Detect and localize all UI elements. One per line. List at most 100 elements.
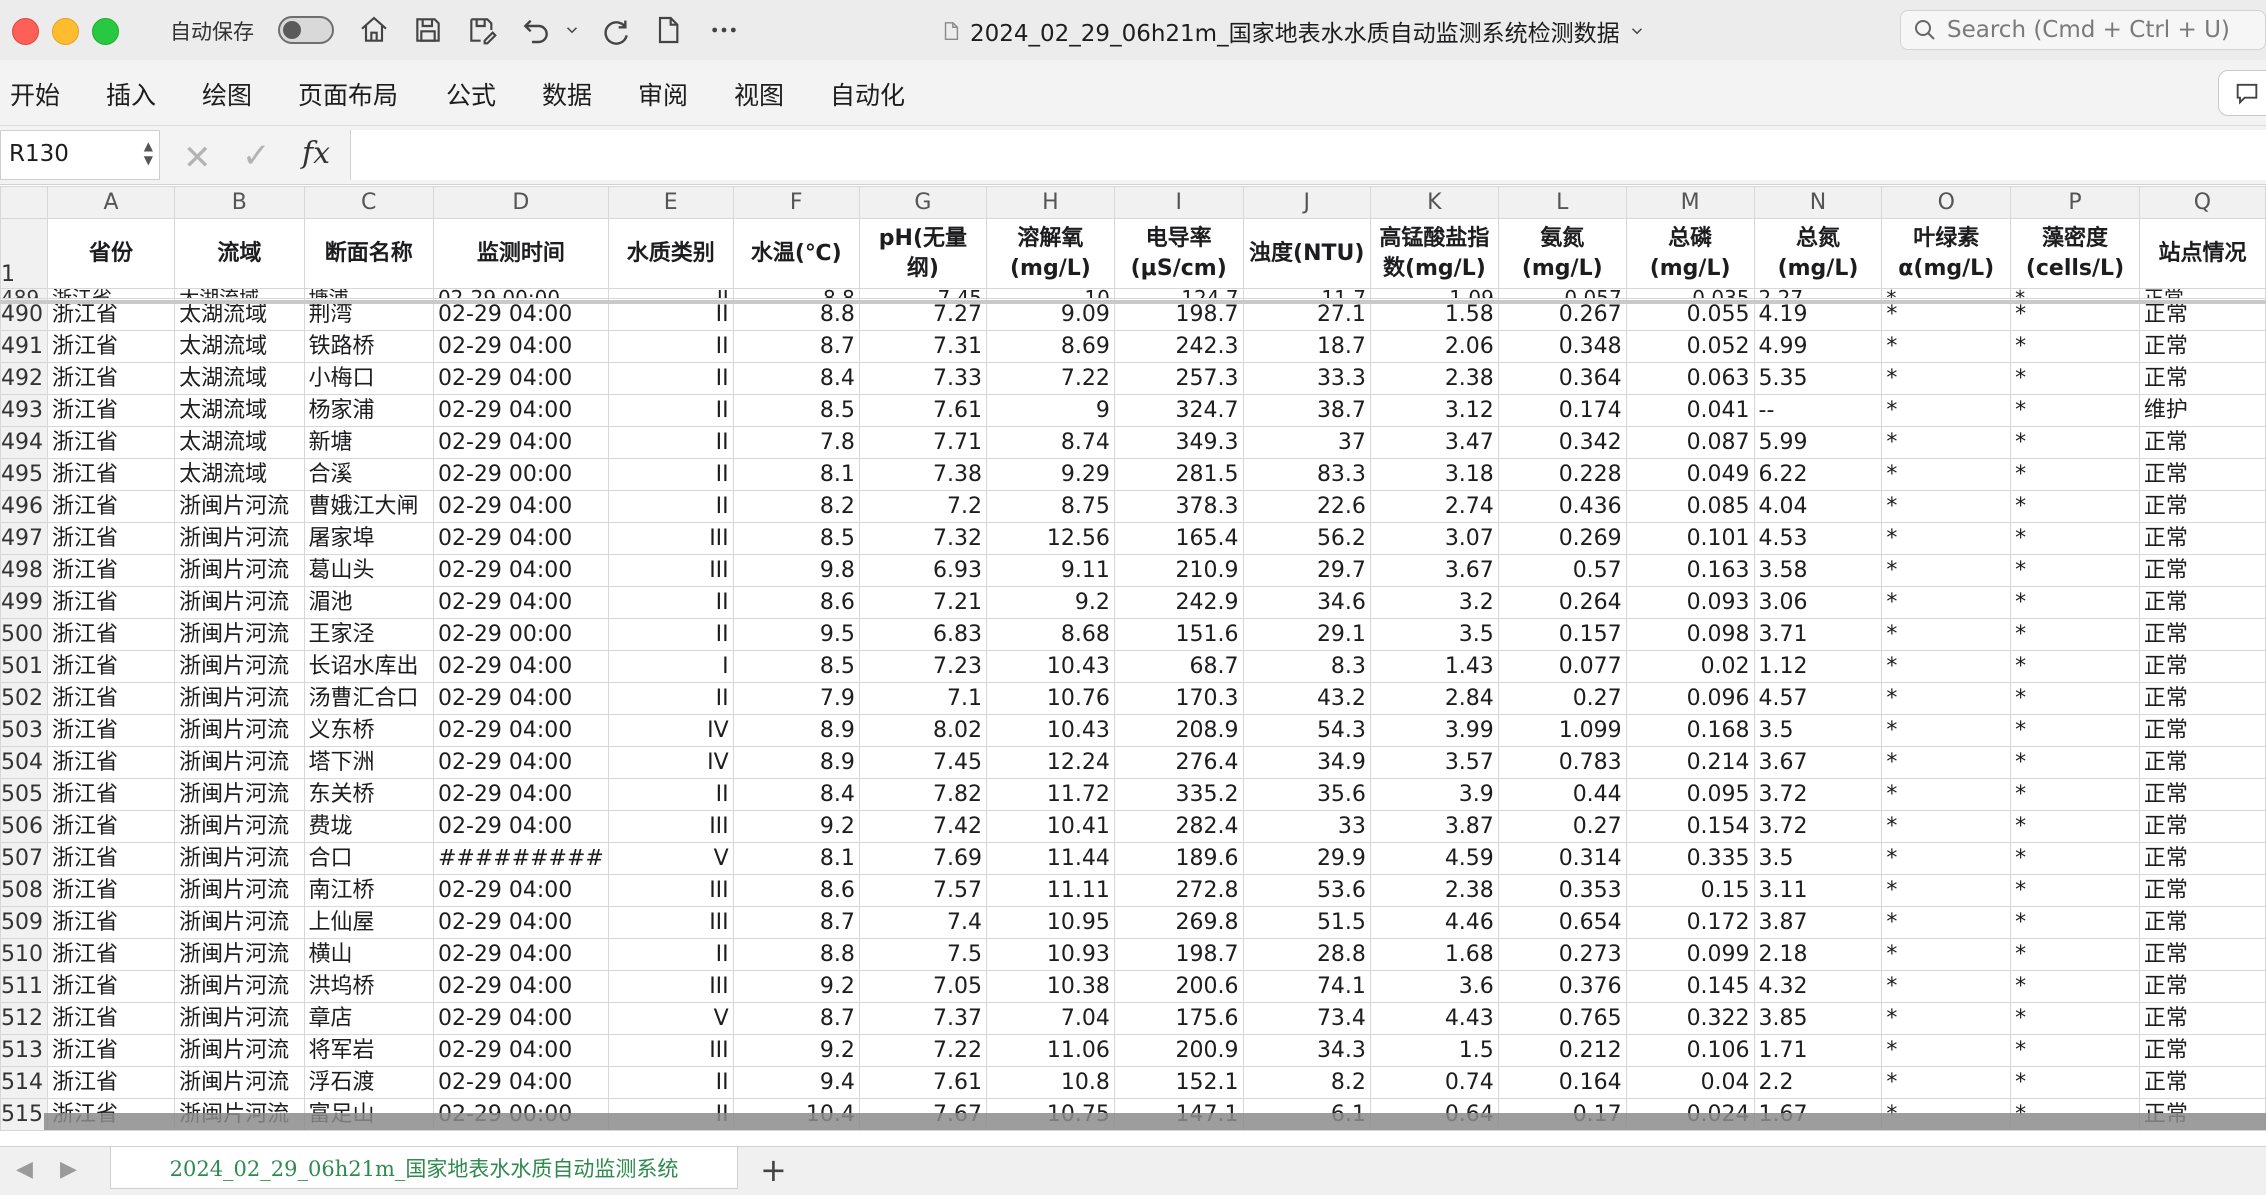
table-cell[interactable]: 7.61 (858, 394, 987, 427)
table-cell[interactable]: * (1881, 1034, 2012, 1067)
table-cell[interactable]: 屠家埠 (303, 522, 434, 555)
table-cell[interactable]: 9.2 (732, 970, 860, 1003)
table-cell[interactable]: * (2010, 746, 2140, 779)
document-title[interactable]: 2024_02_29_06h21m_国家地表水水质自动监测系统检测数据 (940, 14, 1646, 48)
column-header-a[interactable]: A (46, 186, 176, 219)
table-cell[interactable]: 29.1 (1242, 618, 1371, 651)
table-cell[interactable]: 10.38 (985, 970, 1115, 1003)
maximize-window-button[interactable] (92, 18, 119, 45)
table-cell[interactable]: 378.3 (1113, 490, 1244, 523)
table-cell[interactable]: 义东桥 (303, 714, 434, 747)
table-cell[interactable]: 210.9 (1113, 554, 1244, 587)
column-header-h[interactable]: H (985, 186, 1115, 219)
table-cell[interactable]: 0.098 (1625, 618, 1755, 651)
more-options-icon[interactable] (706, 12, 742, 48)
sheet-tab-active[interactable]: 2024_02_29_06h21m_国家地表水水质自动监测系统 (110, 1147, 738, 1189)
table-cell[interactable]: * (2010, 522, 2140, 555)
column-header-d[interactable]: D (432, 186, 609, 219)
comments-button[interactable] (2218, 70, 2266, 116)
table-cell[interactable]: 124.7 (1113, 288, 1244, 299)
table-cell[interactable]: 11.7 (1242, 288, 1371, 299)
table-cell[interactable]: 正常 (2138, 618, 2266, 651)
table-cell[interactable]: 浙江省 (46, 522, 176, 555)
table-cell[interactable]: 02-29 04:00 (432, 394, 609, 427)
table-cell[interactable]: 0.063 (1625, 362, 1755, 395)
column-header-k[interactable]: K (1369, 186, 1499, 219)
new-document-icon[interactable] (650, 12, 686, 48)
table-cell[interactable]: 8.68 (985, 618, 1115, 651)
table-cell[interactable]: 7.22 (858, 1034, 987, 1067)
table-cell[interactable]: 10.43 (985, 714, 1115, 747)
table-cell[interactable]: 7.61 (858, 1066, 987, 1099)
table-cell[interactable]: 3.47 (1369, 426, 1499, 459)
table-cell[interactable]: 0.353 (1497, 874, 1627, 907)
add-sheet-button[interactable]: + (760, 1151, 787, 1189)
table-cell[interactable]: * (2010, 682, 2140, 715)
column-header-i[interactable]: I (1113, 186, 1244, 219)
table-cell[interactable]: 7.8 (732, 426, 860, 459)
table-cell[interactable]: 175.6 (1113, 1002, 1244, 1035)
table-cell[interactable]: 28.8 (1242, 938, 1371, 971)
table-cell[interactable]: 3.71 (1753, 618, 1883, 651)
table-cell[interactable]: 0.264 (1497, 586, 1627, 619)
table-cell[interactable]: 费垅 (303, 810, 434, 843)
table-cell[interactable]: 29.7 (1242, 554, 1371, 587)
table-cell[interactable]: IV (607, 714, 734, 747)
table-cell[interactable]: 324.7 (1113, 394, 1244, 427)
table-cell[interactable]: 9 (985, 394, 1115, 427)
cancel-formula-icon[interactable]: ✕ (183, 138, 212, 178)
table-cell[interactable]: 33.3 (1242, 362, 1371, 395)
table-cell[interactable]: 浙江省 (46, 682, 176, 715)
table-cell[interactable]: III (607, 810, 734, 843)
column-header-c[interactable]: C (303, 186, 434, 219)
table-cell[interactable]: 6.93 (858, 554, 987, 587)
table-cell[interactable]: 7.33 (858, 362, 987, 395)
table-cell[interactable]: 8.6 (732, 874, 860, 907)
table-cell[interactable]: * (1881, 714, 2012, 747)
table-cell[interactable]: 02-29 04:00 (432, 490, 609, 523)
table-cell[interactable]: 200.9 (1113, 1034, 1244, 1067)
table-cell[interactable]: 02-29 04:00 (432, 586, 609, 619)
row-header[interactable]: 493 (0, 394, 48, 427)
table-cell[interactable]: 276.4 (1113, 746, 1244, 779)
table-cell[interactable]: * (2010, 938, 2140, 971)
table-cell[interactable]: * (2010, 970, 2140, 1003)
table-cell[interactable]: 68.7 (1113, 650, 1244, 683)
table-cell[interactable]: 7.45 (858, 288, 987, 299)
table-cell[interactable]: 3.87 (1369, 810, 1499, 843)
table-cell[interactable]: * (1881, 490, 2012, 523)
column-header-q[interactable]: Q (2138, 186, 2266, 219)
table-cell[interactable]: * (2010, 394, 2140, 427)
table-cell[interactable]: II (607, 938, 734, 971)
table-cell[interactable]: 4.57 (1753, 682, 1883, 715)
table-cell[interactable]: 02-29 04:00 (432, 522, 609, 555)
table-cell[interactable]: 浙江省 (46, 970, 176, 1003)
undo-dropdown-chevron-icon[interactable] (558, 12, 586, 48)
table-cell[interactable]: 0.085 (1625, 490, 1755, 523)
table-cell[interactable]: II (607, 618, 734, 651)
table-cell[interactable]: 02-29 04:00 (432, 682, 609, 715)
table-cell[interactable]: * (2010, 426, 2140, 459)
table-cell[interactable]: 10.95 (985, 906, 1115, 939)
table-cell[interactable]: 正常 (2138, 586, 2266, 619)
header-cell[interactable]: 监测时间 (432, 218, 609, 289)
table-cell[interactable]: 浙江省 (46, 554, 176, 587)
table-cell[interactable]: 3.2 (1369, 586, 1499, 619)
column-header-n[interactable]: N (1753, 186, 1883, 219)
row-header[interactable]: 500 (0, 618, 48, 651)
table-cell[interactable]: 杨家浦 (303, 394, 434, 427)
table-cell[interactable]: 10.41 (985, 810, 1115, 843)
table-cell[interactable]: 7.04 (985, 1002, 1115, 1035)
table-cell[interactable]: 282.4 (1113, 810, 1244, 843)
table-cell[interactable]: 浙江省 (46, 842, 176, 875)
table-cell[interactable]: 正常 (2138, 362, 2266, 395)
table-cell[interactable]: 浙闽片河流 (174, 490, 305, 523)
table-cell[interactable]: * (2010, 554, 2140, 587)
table-cell[interactable]: 0.74 (1369, 1066, 1499, 1099)
table-cell[interactable]: 东关桥 (303, 778, 434, 811)
table-cell[interactable]: 2.38 (1369, 874, 1499, 907)
table-cell[interactable]: 维护 (2138, 394, 2266, 427)
table-cell[interactable]: 02-29 04:00 (432, 554, 609, 587)
table-cell[interactable]: 02-29 04:00 (432, 746, 609, 779)
table-cell[interactable]: 8.4 (732, 778, 860, 811)
